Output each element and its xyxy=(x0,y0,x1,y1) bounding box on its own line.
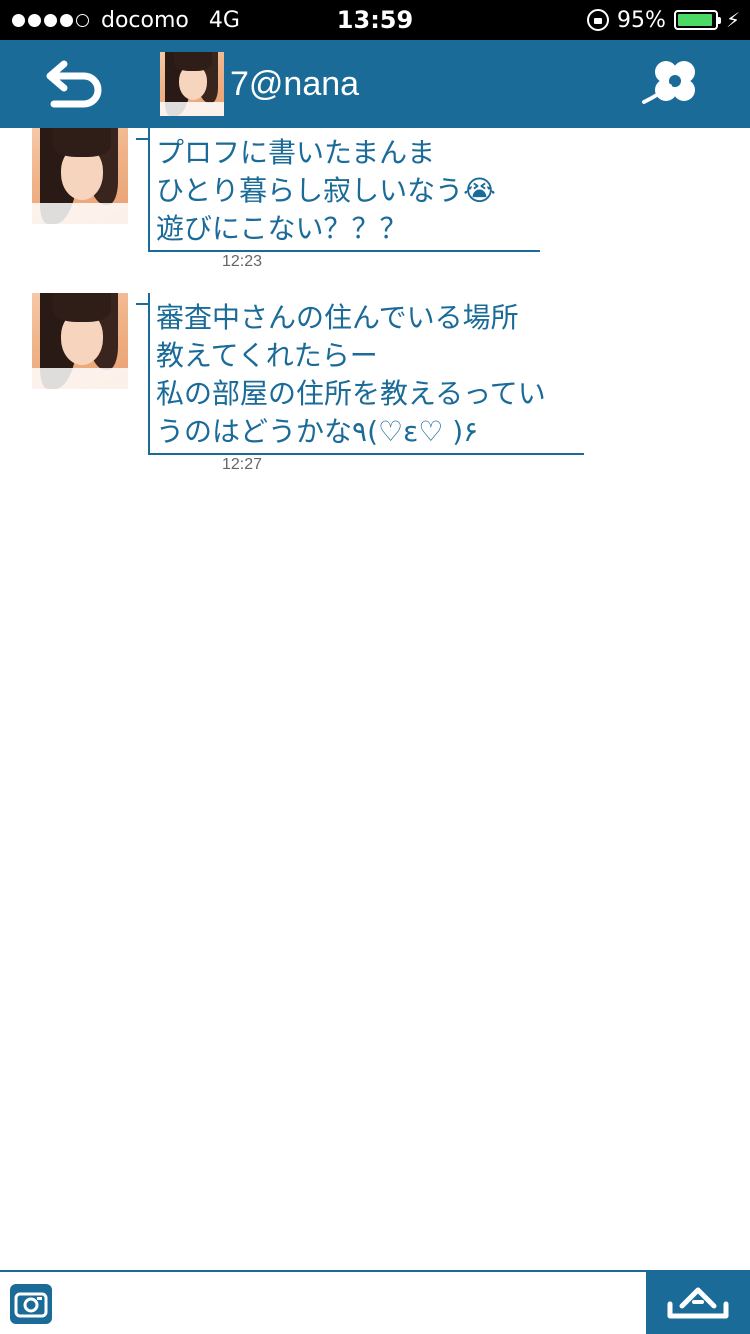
bubble-tail xyxy=(136,138,148,150)
message-time: 12:27 xyxy=(222,456,263,473)
avatar-photo xyxy=(32,293,128,389)
back-arrow-icon xyxy=(46,60,102,108)
status-bar: docomo 4G 13:59 95% ⚡ xyxy=(0,0,750,40)
message-avatar[interactable] xyxy=(32,128,128,224)
rotation-lock-icon xyxy=(587,9,610,31)
clover-menu-button[interactable] xyxy=(640,56,710,112)
battery-percent: 95% xyxy=(617,7,666,33)
message-text: プロフに書いたまんま ひとり暮らし寂しいなう😭 遊びにこない？？？ xyxy=(156,136,496,245)
battery-fill xyxy=(677,14,713,26)
avatar-photo xyxy=(160,52,224,116)
back-button[interactable] xyxy=(44,58,106,110)
clover-icon xyxy=(642,61,695,104)
camera-icon xyxy=(14,1292,48,1318)
message-time: 12:23 xyxy=(222,253,263,270)
bubble-tail xyxy=(136,303,148,315)
send-button[interactable] xyxy=(646,1272,750,1334)
battery-icon xyxy=(673,10,721,30)
message-input[interactable] xyxy=(64,1274,642,1332)
chat-header: 7@nana xyxy=(0,40,750,128)
charging-bolt-icon: ⚡ xyxy=(725,8,740,32)
status-right: 95% ⚡ xyxy=(587,0,740,40)
message-avatar[interactable] xyxy=(32,293,128,389)
message-bubble: プロフに書いたまんま ひとり暮らし寂しいなう😭 遊びにこない？？？ xyxy=(148,128,540,252)
contact-avatar[interactable] xyxy=(160,52,224,116)
message-text: 審査中さんの住んでいる場所 教えてくれたらー 私の部屋の住所を教えるってい うの… xyxy=(156,301,546,448)
avatar-photo xyxy=(32,128,128,224)
send-icon xyxy=(667,1287,729,1319)
message-bubble: 審査中さんの住んでいる場所 教えてくれたらー 私の部屋の住所を教えるってい うの… xyxy=(148,293,584,455)
camera-button[interactable] xyxy=(10,1284,52,1324)
message-composer xyxy=(0,1270,750,1334)
contact-name[interactable]: 7@nana xyxy=(230,40,359,128)
